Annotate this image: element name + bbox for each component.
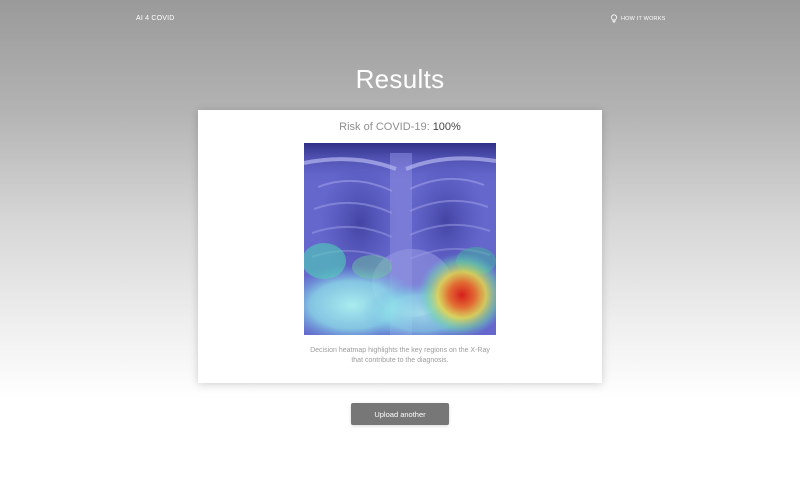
risk-value: 100% [432, 121, 461, 133]
risk-label: Risk of COVID-19: [339, 121, 430, 133]
how-it-works-link[interactable]: HOW IT WORKS [610, 14, 665, 23]
caption-line-2: that contribute to the diagnosis. [351, 357, 449, 364]
caption-line-1: Decision heatmap highlights the key regi… [310, 347, 490, 354]
xray-heatmap-image [304, 143, 496, 335]
upload-another-button[interactable]: Upload another [351, 403, 449, 425]
risk-line: Risk of COVID-19: 100% [198, 121, 602, 133]
result-card: Risk of COVID-19: 100% Decision heatmap … [198, 110, 602, 383]
lightbulb-icon [610, 14, 618, 23]
heatmap-caption: Decision heatmap highlights the key regi… [198, 346, 602, 366]
page-title: Results [355, 64, 445, 94]
brand-logo-link[interactable]: AI 4 COVID [136, 15, 175, 22]
how-it-works-label: HOW IT WORKS [621, 15, 666, 22]
